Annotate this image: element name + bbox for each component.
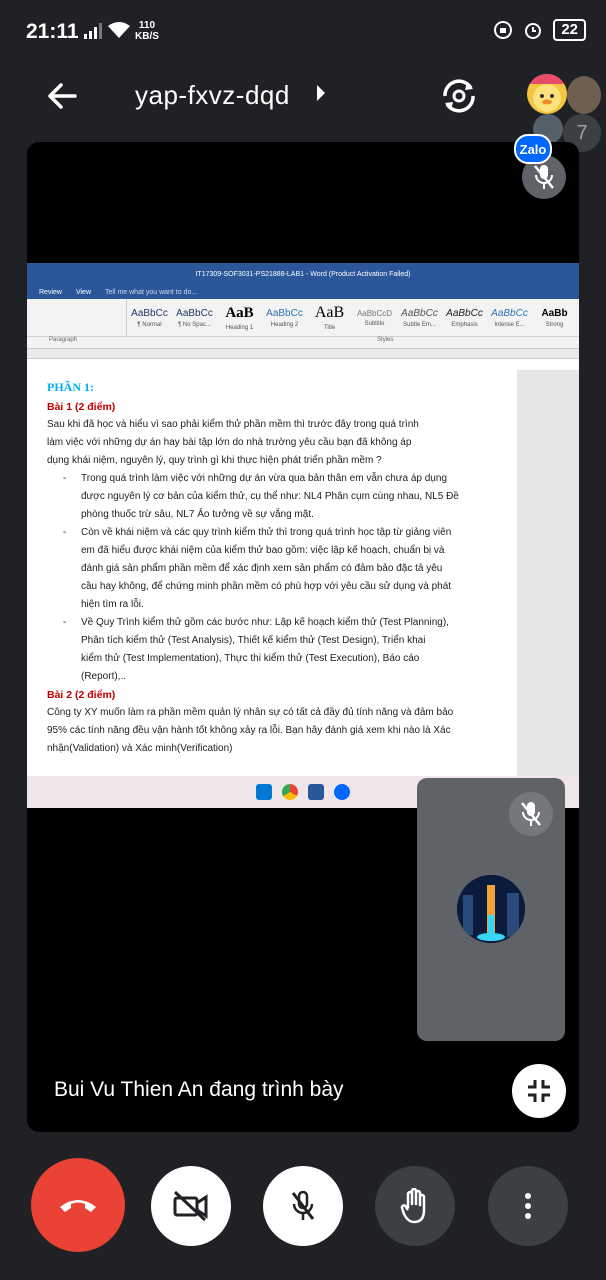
doc-question1-line: Sau khi đã học và hiểu vì sao phải kiểm …: [47, 419, 419, 430]
more-options-button[interactable]: [488, 1166, 568, 1246]
meeting-code[interactable]: yap-fxvz-dqd: [135, 80, 290, 111]
style-subtle-emphasis: AaBbCc Subtle Em...: [401, 307, 438, 328]
tell-me-box: Tell me what you want to do...: [105, 288, 198, 296]
call-controls: [0, 1158, 606, 1254]
word-icon: [308, 784, 324, 800]
doc-bullet-3: Về Quy Trình kiểm thử gồm các bước như: …: [47, 614, 505, 686]
windows-start-icon: [256, 784, 272, 800]
status-bar: 21:11 110 KB/S 22: [0, 0, 606, 62]
mic-off-icon: [291, 1190, 315, 1220]
battery-indicator: 22: [553, 19, 586, 41]
mic-toggle-button[interactable]: [263, 1166, 343, 1246]
ruler: [27, 349, 579, 359]
word-ribbon-tabs: Review View Tell me what you want to do.…: [27, 285, 579, 299]
alarm-icon: [525, 23, 542, 39]
paragraph-tools: [27, 299, 127, 336]
ribbon-group-labels: Paragraph Styles: [27, 337, 579, 349]
style-subtitle: AaBbCcD Subtitle: [356, 308, 393, 327]
network-speed-unit: KB/S: [135, 31, 159, 42]
document-page: PHẦN 1: Bài 1 (2 điểm) Sau khi đã học và…: [27, 370, 517, 776]
self-video-tile[interactable]: [417, 778, 565, 1041]
mic-off-icon: [534, 165, 554, 189]
signal-wifi-icons: [84, 22, 130, 39]
caret-right-icon[interactable]: [315, 84, 327, 102]
tab-review: Review: [39, 288, 62, 296]
style-emphasis: AaBbCc Emphasis: [446, 307, 483, 328]
end-call-button[interactable]: [31, 1158, 125, 1252]
camera-toggle-button[interactable]: [151, 1166, 231, 1246]
back-arrow-icon: [48, 83, 77, 109]
group-styles-label: Styles: [377, 337, 394, 343]
style-heading1: AaB Heading 1: [225, 304, 254, 331]
more-vert-icon: [525, 1193, 531, 1219]
presenter-label: Bui Vu Thien An đang trình bày: [54, 1078, 344, 1101]
doc-question2-line: Công ty XY muốn làm ra phần mềm quản lý …: [47, 707, 454, 718]
network-speed: 110 KB/S: [135, 20, 159, 42]
lock-rotation-icon: [494, 21, 513, 39]
document-area: PHẦN 1: Bài 1 (2 điểm) Sau khi đã học và…: [27, 370, 579, 776]
status-time: 21:11: [26, 20, 79, 43]
status-right-icons: 22: [493, 19, 586, 41]
fullscreen-exit-button[interactable]: [512, 1064, 566, 1118]
word-ribbon: AaBbCc ¶ Normal AaBbCc ¶ No Spac... AaB Hea…: [27, 299, 579, 337]
self-avatar-image: [457, 875, 525, 943]
self-mic-off-indicator: [509, 792, 553, 836]
fullscreen-exit-icon: [528, 1080, 550, 1102]
shared-screen: IT17309-SOF3031-PS21888-LAB1 - Word (Pro…: [27, 263, 579, 808]
doc-question1-line: dụng khái niệm, nguyên lý, quy trình gì …: [47, 455, 382, 466]
raise-hand-button[interactable]: [375, 1166, 455, 1246]
back-button[interactable]: [42, 76, 82, 116]
raise-hand-icon: [400, 1188, 426, 1224]
word-window-title: IT17309-SOF3031-PS21888-LAB1 - Word (Pro…: [27, 263, 579, 285]
doc-question2-line: 95% các tính năng đều vận hành tốt không…: [47, 725, 451, 736]
camera-off-icon: [173, 1190, 208, 1222]
network-speed-value: 110: [138, 20, 156, 31]
style-heading2: AaBbCc Heading 2: [266, 307, 303, 328]
doc-question2-heading: Bài 2 (2 điểm): [47, 689, 116, 701]
style-normal: AaBbCc ¶ Normal: [131, 307, 168, 328]
doc-question2-line: nhận(Validation) và Xác minh(Verificatio…: [47, 743, 233, 754]
style-strong: AaBb Strong: [541, 307, 568, 328]
tab-view: View: [75, 288, 91, 296]
doc-bullet-2: Còn về khái niệm và các quy trình kiểm t…: [47, 524, 505, 614]
mic-off-icon: [521, 802, 541, 826]
zalo-badge[interactable]: Zalo: [514, 134, 552, 164]
doc-question1-heading: Bài 1 (2 điểm): [47, 401, 116, 413]
end-call-icon: [60, 1200, 96, 1212]
wifi-icon: [108, 22, 130, 38]
switch-camera-icon[interactable]: [437, 74, 481, 118]
doc-part-heading: PHẦN 1:: [47, 380, 94, 394]
style-no-spacing: AaBbCc ¶ No Spac...: [176, 307, 213, 328]
doc-bullet-1: Trong quá trình làm việc với những dự án…: [47, 470, 505, 524]
duck-avatar-icon: [527, 74, 567, 112]
avatar: [527, 74, 567, 114]
zalo-taskbar-icon: [334, 784, 350, 800]
meeting-top-bar: yap-fxvz-dqd 7: [0, 62, 606, 152]
self-avatar: [457, 875, 525, 943]
group-paragraph-label: Paragraph: [49, 337, 78, 343]
avatar: [567, 76, 601, 114]
chrome-icon: [282, 784, 298, 800]
doc-question1-line: làm việc với những dự án hay bài tập lớn…: [47, 437, 412, 448]
style-title: AaB Title: [314, 304, 345, 331]
style-intense-emphasis: AaBbCc Intense E...: [491, 307, 528, 328]
signal-icon: [84, 22, 102, 39]
